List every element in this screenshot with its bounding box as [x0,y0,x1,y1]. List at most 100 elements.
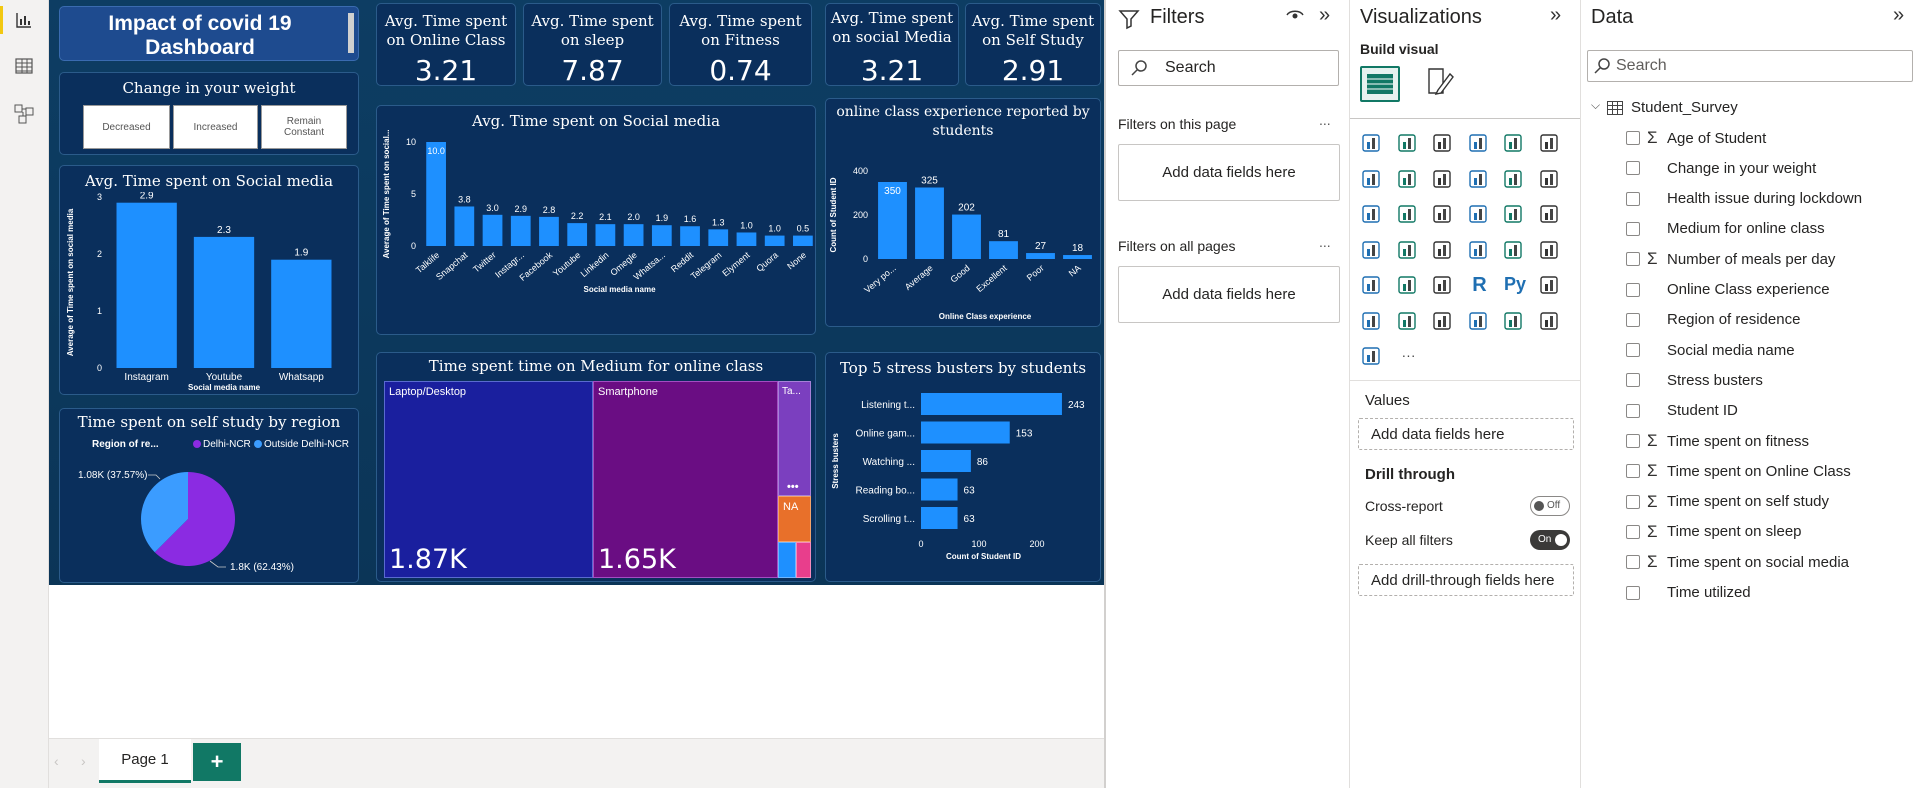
line-column-icon[interactable] [1467,168,1493,194]
kpi-card-sleep[interactable]: Avg. Time spent on sleep 7.87 [523,3,662,86]
kpi-card-self-study[interactable]: Avg. Time spent on Self Study 2.91 [965,3,1101,86]
stacked-column-icon[interactable] [1396,132,1422,158]
funnel-icon[interactable] [1396,203,1422,229]
line-icon[interactable] [1360,168,1386,194]
treemap-tile-tablet[interactable]: Ta... ••• [778,381,811,496]
model-view-icon[interactable] [10,100,38,128]
field-checkbox[interactable] [1626,494,1640,509]
smart-narrative-icon[interactable] [1431,310,1457,336]
ribbon-icon[interactable] [1538,168,1564,194]
field-checkbox[interactable] [1626,373,1640,388]
stacked-area-icon[interactable] [1431,168,1457,194]
slicer-icon[interactable] [1360,274,1386,300]
stacked-bar-icon[interactable] [1360,132,1386,158]
field-row[interactable]: Time utilized [1581,578,1918,608]
map-icon[interactable] [1360,239,1386,265]
drill-through-drop-zone[interactable]: Add drill-through fields here [1358,564,1574,596]
kpi-icon[interactable] [1538,239,1564,265]
treemap-tile-na[interactable]: NA [778,496,811,542]
chart-self-study-region[interactable]: Time spent on self study by region Regio… [59,408,359,583]
filters-all-drop-zone[interactable]: Add data fields here [1118,266,1340,323]
filled-map-icon[interactable] [1396,239,1422,265]
kpi-card-online-class[interactable]: Avg. Time spent on Online Class 3.21 [376,3,516,86]
chart-social-media-large[interactable]: Avg. Time spent on Social media 0 5 10 10.0… [376,105,816,335]
slicer-option-decreased[interactable]: Decreased [83,105,170,149]
chevron-down-icon[interactable]: ⌵ [1591,98,1600,113]
format-visual-tab[interactable] [1426,66,1462,102]
build-visual-tab[interactable] [1360,66,1400,102]
keep-all-filters-toggle[interactable]: On [1530,530,1570,550]
title-scrollbar[interactable] [348,13,354,53]
more-icon[interactable]: ··· [1396,345,1422,371]
key-influencers-icon[interactable] [1538,274,1564,300]
clustered-column-icon[interactable] [1467,132,1493,158]
qa-icon[interactable] [1396,310,1422,336]
collapse-visualizations-icon[interactable]: » [1550,4,1561,27]
waterfall-icon[interactable] [1360,203,1386,229]
line-clustered-icon[interactable] [1502,168,1528,194]
filters-page-drop-zone[interactable]: Add data fields here [1118,144,1340,201]
field-row[interactable]: Medium for online class [1581,214,1918,244]
tab-scroll-right-icon[interactable]: › [81,753,86,769]
treemap-tile-small-1[interactable] [778,542,796,578]
pie-icon[interactable] [1467,203,1493,229]
report-view-icon[interactable] [10,6,38,34]
filters-search-input[interactable]: Search [1118,50,1339,86]
area-icon[interactable] [1396,168,1422,194]
collapse-filters-icon[interactable]: » [1319,4,1330,27]
power-automate-icon[interactable] [1360,345,1386,371]
values-drop-zone[interactable]: Add data fields here [1358,418,1574,450]
power-apps-icon[interactable] [1538,310,1564,336]
eye-icon[interactable] [1286,8,1304,27]
chart-stress-busters[interactable]: Top 5 stress busters by students 243 List… [825,352,1101,582]
field-checkbox[interactable] [1626,434,1640,448]
100-column-icon[interactable] [1538,132,1564,158]
treemap-icon[interactable] [1538,203,1564,229]
matrix-icon[interactable] [1431,274,1457,300]
field-row[interactable]: Σ Number of meals per day [1581,244,1918,274]
chart-online-class-experience[interactable]: online class experience reported by stud… [825,98,1101,327]
field-row[interactable]: Student ID [1581,396,1918,426]
clustered-bar-icon[interactable] [1431,132,1457,158]
field-checkbox[interactable] [1626,131,1640,145]
gauge-icon[interactable] [1431,239,1457,265]
filters-all-more-icon[interactable]: ... [1319,234,1331,250]
table-icon[interactable] [1396,274,1422,300]
slicer-option-remain-constant[interactable]: Remain Constant [261,105,347,149]
field-checkbox[interactable] [1626,464,1640,479]
multi-row-card-icon[interactable] [1502,239,1528,265]
tab-scroll-left-icon[interactable]: ‹ [54,753,59,769]
field-checkbox[interactable] [1626,252,1640,267]
field-row[interactable]: Stress busters [1581,365,1918,395]
field-checkbox[interactable] [1626,585,1640,600]
field-row[interactable]: Social media name [1581,335,1918,365]
field-checkbox[interactable] [1626,343,1640,358]
filters-page-more-icon[interactable]: ... [1319,112,1331,128]
paginated-icon[interactable] [1467,310,1493,336]
field-checkbox[interactable] [1626,221,1640,236]
field-checkbox[interactable] [1626,403,1640,418]
tab-page-1[interactable]: Page 1 [99,739,191,783]
field-row[interactable]: Σ Time spent on social media [1581,547,1918,577]
card-icon[interactable] [1467,239,1493,265]
field-checkbox[interactable] [1626,555,1640,570]
treemap-tile-laptop[interactable]: Laptop/Desktop 1.87K [384,381,593,578]
slicer-option-increased[interactable]: Increased [173,105,258,149]
table-node-student-survey[interactable]: ⌵ Student_Survey [1591,98,1911,120]
field-checkbox[interactable] [1626,312,1640,327]
add-page-button[interactable]: + [193,743,241,781]
field-row[interactable]: Change in your weight [1581,153,1918,183]
scatter-icon[interactable] [1431,203,1457,229]
field-row[interactable]: Σ Time spent on self study [1581,487,1918,517]
field-row[interactable]: Σ Age of Student [1581,123,1918,153]
decomposition-tree-icon[interactable] [1360,310,1386,336]
python-visual-icon[interactable]: Py [1502,274,1528,300]
table-view-icon[interactable] [10,52,38,80]
r-visual-icon[interactable]: R [1467,274,1493,300]
field-row[interactable]: Health issue during lockdown [1581,184,1918,214]
chart-social-media-small[interactable]: Avg. Time spent on Social media 0 1 2 3 2.9 I… [59,165,359,395]
kpi-card-fitness[interactable]: Avg. Time spent on Fitness 0.74 [669,3,812,86]
data-search-input[interactable]: Search [1587,50,1913,82]
field-row[interactable]: Region of residence [1581,305,1918,335]
collapse-data-icon[interactable]: » [1893,4,1904,27]
